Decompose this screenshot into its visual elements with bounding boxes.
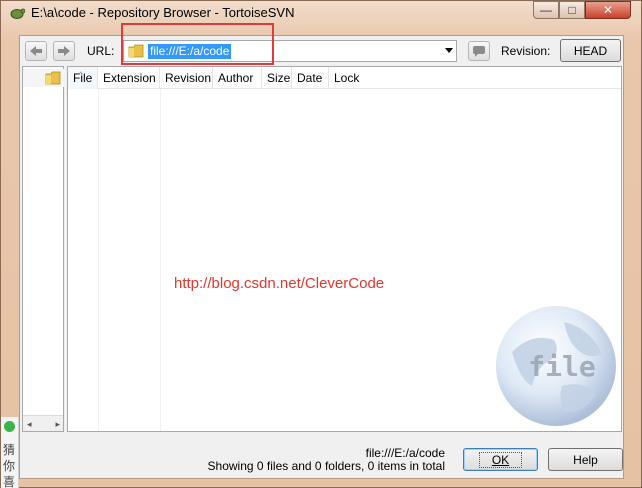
column-header-extension[interactable]: Extension [98, 67, 160, 89]
column-header-author[interactable]: Author [213, 67, 262, 89]
minimize-icon: — [540, 3, 552, 17]
globe-file-icon: file [496, 306, 616, 426]
go-button[interactable] [468, 41, 490, 61]
ok-button[interactable]: OK [463, 448, 538, 471]
chevron-down-icon[interactable] [445, 48, 453, 53]
folder-icon [128, 44, 144, 58]
close-icon: ✕ [602, 3, 614, 17]
side-recommendation-strip[interactable]: 猜 你 喜 [1, 417, 19, 488]
arrow-left-icon [30, 46, 42, 56]
tree-horizontal-scrollbar[interactable]: ◂ ▸ [23, 415, 63, 431]
arrow-right-icon [58, 46, 70, 56]
side-char: 你 [3, 459, 16, 473]
column-header-size[interactable]: Size [262, 67, 292, 89]
status-dot-icon [4, 421, 15, 432]
scroll-right-icon[interactable]: ▸ [55, 419, 60, 430]
file-list[interactable]: ^ File Extension Revision Author Size Da… [67, 66, 622, 432]
help-label: Help [573, 452, 598, 467]
url-label: URL: [87, 44, 115, 58]
back-button[interactable] [25, 41, 47, 61]
forward-button[interactable] [53, 41, 75, 61]
blog-url-watermark: http://blog.csdn.net/CleverCode [174, 275, 385, 292]
tortoisesvn-app-icon [10, 8, 25, 19]
column-header-date[interactable]: Date [292, 67, 329, 89]
repository-browser-window: E:\a\code - Repository Browser - Tortois… [0, 0, 642, 488]
title-bar[interactable]: E:\a\code - Repository Browser - Tortois… [1, 1, 641, 25]
close-button[interactable]: ✕ [585, 1, 631, 19]
url-input[interactable]: file:///E:/a/code [148, 44, 232, 59]
status-summary: Showing 0 files and 0 folders, 0 items i… [207, 459, 445, 473]
revision-label: Revision: [501, 44, 551, 58]
chat-bubble-icon [473, 46, 485, 57]
maximize-button[interactable]: □ [559, 1, 585, 19]
folder-icon [45, 71, 61, 85]
repository-tree[interactable]: ◂ ▸ [22, 66, 65, 432]
help-button[interactable]: Help [548, 448, 623, 471]
side-char: 猜 [3, 443, 16, 457]
revision-head-label: HEAD [573, 43, 608, 58]
revision-head-button[interactable]: HEAD [560, 39, 621, 62]
column-divider [98, 89, 99, 431]
column-header-lock[interactable]: Lock [329, 67, 365, 89]
ok-label: OK [478, 451, 523, 468]
side-char: 喜 [3, 475, 16, 488]
sort-ascending-icon: ^ [79, 72, 83, 79]
maximize-icon: □ [568, 3, 576, 17]
list-header: ^ File Extension Revision Author Size Da… [68, 67, 621, 89]
column-header-revision[interactable]: Revision [160, 67, 213, 89]
minimize-button[interactable]: — [533, 1, 559, 19]
window-title: E:\a\code - Repository Browser - Tortois… [31, 5, 295, 20]
scroll-left-icon[interactable]: ◂ [27, 419, 32, 430]
status-url: file:///E:/a/code [365, 446, 445, 460]
globe-label: file [528, 350, 595, 383]
column-divider [160, 89, 161, 431]
url-combobox[interactable]: file:///E:/a/code [123, 40, 457, 62]
client-area: URL: file:///E:/a/code Revision: HEAD ◂ … [19, 23, 624, 479]
column-header-file[interactable]: ^ File [68, 67, 98, 89]
